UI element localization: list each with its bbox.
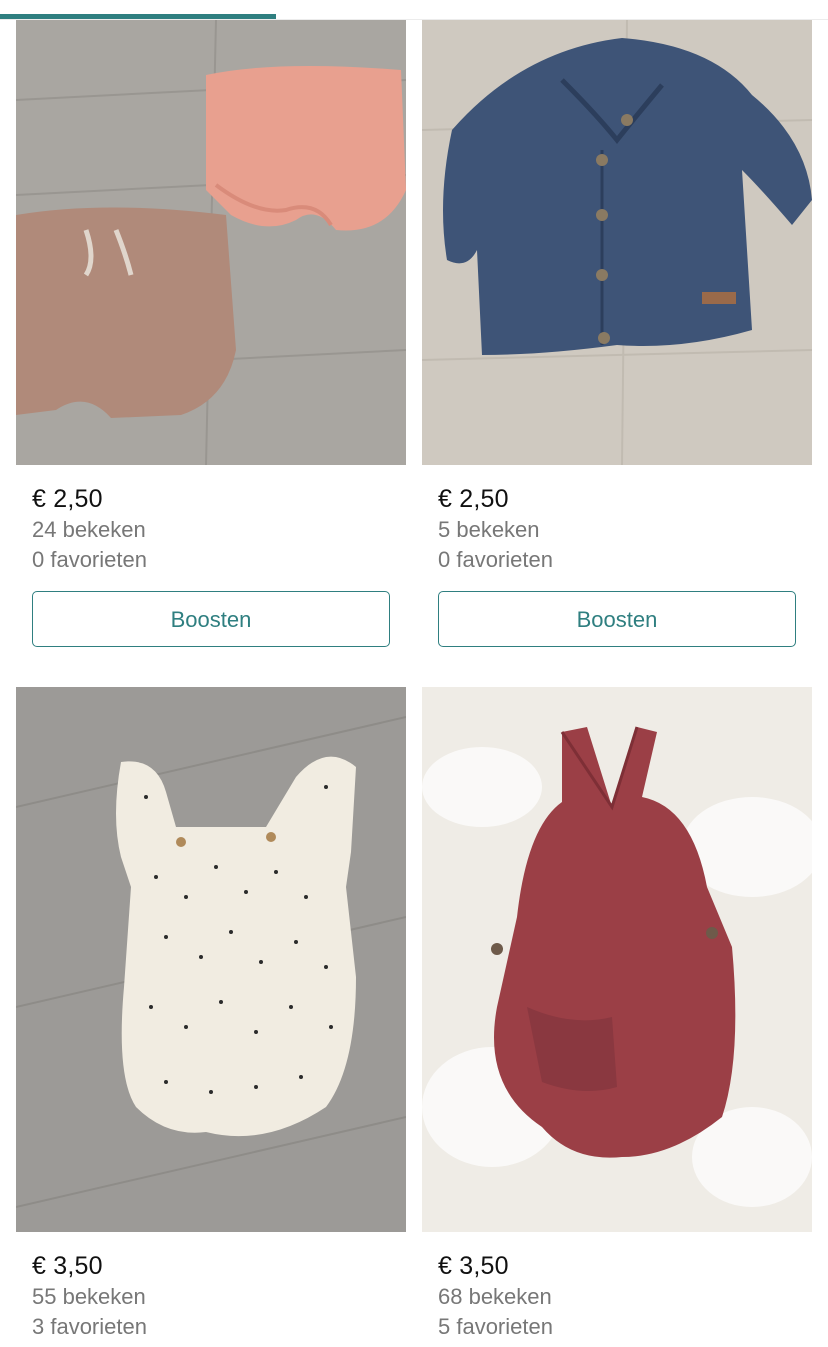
item-grid: € 2,50 24 bekeken 0 favorieten Boosten €… xyxy=(16,20,812,1342)
boost-button[interactable]: Boosten xyxy=(32,591,390,647)
item-card[interactable]: € 3,50 68 bekeken 5 favorieten xyxy=(422,687,812,1342)
item-favorites: 3 favorieten xyxy=(32,1314,147,1339)
item-price: € 2,50 xyxy=(438,485,509,513)
upload-progress-fill xyxy=(0,14,276,19)
item-photo-denim-jacket[interactable] xyxy=(422,20,812,465)
upload-progress-bar xyxy=(0,0,828,20)
item-photo-red-romper[interactable] xyxy=(422,687,812,1232)
item-price: € 2,50 xyxy=(32,485,103,513)
item-favorites: 0 favorieten xyxy=(32,547,147,572)
item-photo-dotted-romper[interactable] xyxy=(16,687,406,1232)
boost-button[interactable]: Boosten xyxy=(438,591,796,647)
item-views: 24 bekeken xyxy=(32,517,146,542)
item-views: 68 bekeken xyxy=(438,1284,552,1309)
item-views: 5 bekeken xyxy=(438,517,540,542)
item-photo-shorts[interactable] xyxy=(16,20,406,465)
item-favorites: 5 favorieten xyxy=(438,1314,553,1339)
item-price: € 3,50 xyxy=(438,1252,509,1280)
item-card[interactable]: € 3,50 55 bekeken 3 favorieten xyxy=(16,687,406,1342)
item-card[interactable]: € 2,50 24 bekeken 0 favorieten Boosten xyxy=(16,20,406,647)
item-price: € 3,50 xyxy=(32,1252,103,1280)
item-views: 55 bekeken xyxy=(32,1284,146,1309)
item-favorites: 0 favorieten xyxy=(438,547,553,572)
item-card[interactable]: € 2,50 5 bekeken 0 favorieten Boosten xyxy=(422,20,812,647)
